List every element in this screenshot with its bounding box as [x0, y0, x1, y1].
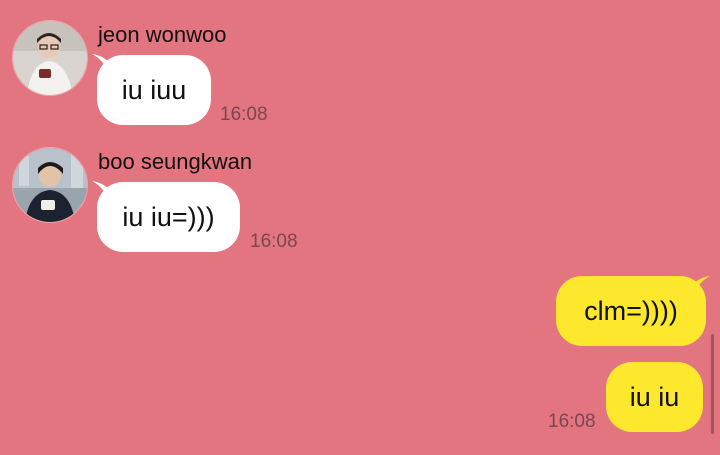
message-timestamp: 16:08 [250, 231, 298, 252]
scrollbar[interactable] [711, 334, 714, 434]
sender-name: boo seungkwan [98, 149, 253, 174]
sender-name: jeon wonwoo [98, 22, 227, 47]
profile-photo-icon [13, 148, 87, 222]
profile-photo-icon [13, 21, 87, 95]
message-timestamp: 16:08 [548, 411, 596, 432]
bubble-tail [688, 276, 710, 298]
message-text: iu iu=))) [122, 201, 215, 232]
message-timestamp: 16:08 [220, 104, 268, 125]
avatar-boo-seungkwan[interactable] [12, 147, 88, 223]
outgoing-message-bubble[interactable]: iu iu [606, 362, 703, 432]
message-text: iu iu [629, 381, 680, 412]
incoming-message-bubble[interactable]: iu iu=))) [97, 182, 240, 252]
outgoing-message-bubble[interactable]: clm=)))) [556, 276, 706, 346]
message-text: clm=)))) [584, 295, 678, 326]
avatar-jeon-wonwoo[interactable] [12, 20, 88, 96]
message-text: iu iuu [121, 74, 187, 105]
incoming-message-bubble[interactable]: iu iuu [97, 55, 211, 125]
